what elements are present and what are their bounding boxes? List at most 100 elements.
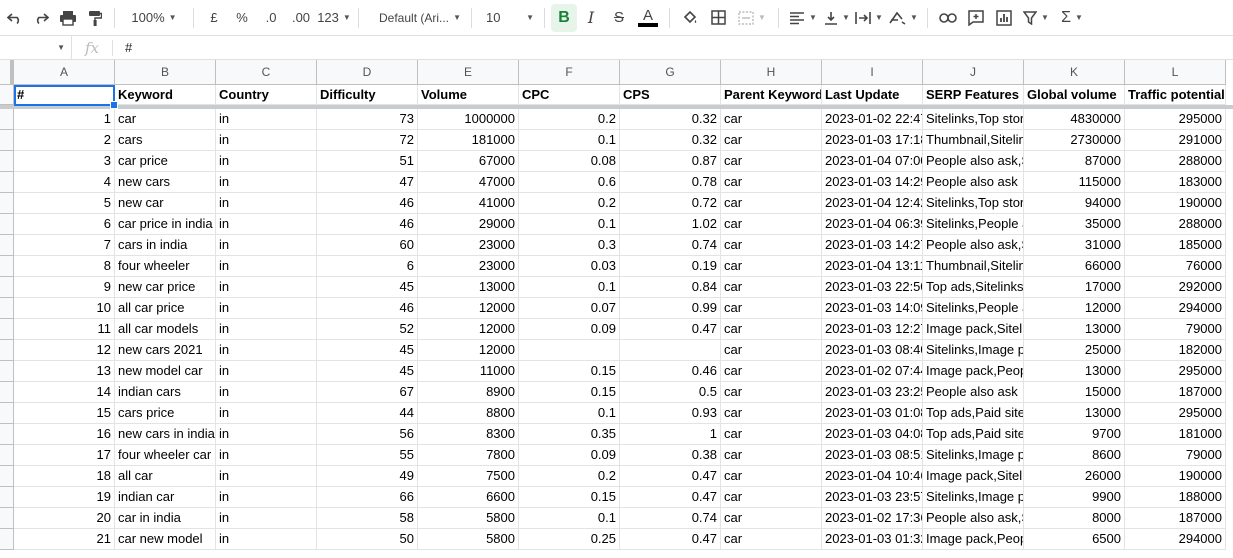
zoom-select[interactable]: 100% ▼ xyxy=(121,4,187,32)
table-cell[interactable]: in xyxy=(216,466,317,487)
table-cell[interactable]: 13000 xyxy=(1024,361,1125,382)
table-cell[interactable]: Sitelinks,Top stor xyxy=(923,109,1024,130)
table-cell[interactable]: 11 xyxy=(14,319,115,340)
row-header[interactable] xyxy=(0,172,14,193)
table-cell[interactable]: 0.2 xyxy=(519,109,620,130)
table-cell[interactable]: 25000 xyxy=(1024,340,1125,361)
table-cell[interactable]: four wheeler xyxy=(115,256,216,277)
column-header-g[interactable]: G xyxy=(620,60,721,85)
table-cell[interactable]: Sitelinks,Image p xyxy=(923,445,1024,466)
table-cell[interactable]: indian cars xyxy=(115,382,216,403)
table-cell[interactable]: car price in india xyxy=(115,214,216,235)
table-cell[interactable]: 188000 xyxy=(1125,487,1226,508)
table-cell[interactable]: car xyxy=(721,445,822,466)
row-header[interactable] xyxy=(0,508,14,529)
table-cell[interactable]: 14 xyxy=(14,382,115,403)
table-cell[interactable]: 2023-01-03 12:27 xyxy=(822,319,923,340)
table-cell[interactable]: car xyxy=(721,298,822,319)
table-cell[interactable]: car xyxy=(721,277,822,298)
insert-comment-icon[interactable] xyxy=(962,4,990,32)
row-header[interactable] xyxy=(0,319,14,340)
table-cell[interactable]: in xyxy=(216,508,317,529)
table-cell[interactable]: 51 xyxy=(317,151,418,172)
insert-chart-icon[interactable] xyxy=(990,4,1018,32)
table-cell[interactable]: 23000 xyxy=(418,235,519,256)
table-cell[interactable]: in xyxy=(216,193,317,214)
table-cell[interactable]: new cars 2021 xyxy=(115,340,216,361)
table-cell[interactable]: 2023-01-03 22:50 xyxy=(822,277,923,298)
table-cell[interactable]: 19 xyxy=(14,487,115,508)
table-cell[interactable]: 12000 xyxy=(1024,298,1125,319)
table-cell[interactable]: 7800 xyxy=(418,445,519,466)
paint-format-icon[interactable] xyxy=(82,4,108,32)
table-cell[interactable]: People also ask xyxy=(923,382,1024,403)
table-cell[interactable]: 44 xyxy=(317,403,418,424)
table-cell[interactable]: 15000 xyxy=(1024,382,1125,403)
table-cell[interactable]: People also ask,S xyxy=(923,151,1024,172)
table-cell[interactable]: 0.15 xyxy=(519,382,620,403)
horizontal-align-icon[interactable]: ▼ xyxy=(785,4,821,32)
borders-icon[interactable] xyxy=(704,4,732,32)
table-cell[interactable]: 41000 xyxy=(418,193,519,214)
table-cell[interactable]: Image pack,Peop xyxy=(923,529,1024,550)
row-header[interactable] xyxy=(0,130,14,151)
table-cell[interactable]: 0.74 xyxy=(620,508,721,529)
table-cell[interactable]: in xyxy=(216,319,317,340)
table-cell[interactable]: 45 xyxy=(317,277,418,298)
table-cell[interactable]: in xyxy=(216,424,317,445)
table-cell[interactable]: car xyxy=(115,109,216,130)
table-cell[interactable]: 6 xyxy=(14,214,115,235)
table-cell[interactable]: Sitelinks,Top stor xyxy=(923,193,1024,214)
increase-decimal-button[interactable]: .00 xyxy=(286,4,316,32)
table-cell[interactable]: indian car xyxy=(115,487,216,508)
table-cell[interactable] xyxy=(620,340,721,361)
row-header[interactable] xyxy=(0,193,14,214)
table-cell[interactable]: Top ads,Paid site xyxy=(923,403,1024,424)
table-cell[interactable]: 292000 xyxy=(1125,277,1226,298)
fill-handle[interactable] xyxy=(110,101,118,109)
table-cell[interactable]: in xyxy=(216,109,317,130)
table-cell[interactable]: 21 xyxy=(14,529,115,550)
table-cell[interactable]: 1 xyxy=(14,109,115,130)
table-cell[interactable]: 9700 xyxy=(1024,424,1125,445)
percent-format-button[interactable]: % xyxy=(228,4,256,32)
header-cell[interactable]: CPS xyxy=(620,85,721,105)
table-cell[interactable]: 0.99 xyxy=(620,298,721,319)
table-cell[interactable]: 17000 xyxy=(1024,277,1125,298)
table-cell[interactable]: car xyxy=(721,235,822,256)
table-cell[interactable]: 7 xyxy=(14,235,115,256)
table-cell[interactable]: new car xyxy=(115,193,216,214)
table-cell[interactable]: car xyxy=(721,172,822,193)
undo-icon[interactable] xyxy=(2,4,28,32)
table-cell[interactable]: 79000 xyxy=(1125,445,1226,466)
table-cell[interactable]: 5800 xyxy=(418,508,519,529)
table-cell[interactable]: in xyxy=(216,214,317,235)
table-cell[interactable]: 46 xyxy=(317,193,418,214)
table-cell[interactable]: 0.35 xyxy=(519,424,620,445)
column-header-c[interactable]: C xyxy=(216,60,317,85)
table-cell[interactable]: in xyxy=(216,172,317,193)
table-cell[interactable]: 1.02 xyxy=(620,214,721,235)
row-header[interactable] xyxy=(0,445,14,466)
table-cell[interactable]: all car price xyxy=(115,298,216,319)
table-cell[interactable]: 55 xyxy=(317,445,418,466)
header-cell[interactable]: Country xyxy=(216,85,317,105)
table-cell[interactable]: 0.32 xyxy=(620,109,721,130)
table-cell[interactable]: 56 xyxy=(317,424,418,445)
table-cell[interactable]: 2023-01-04 12:42 xyxy=(822,193,923,214)
table-cell[interactable]: 295000 xyxy=(1125,361,1226,382)
table-cell[interactable]: 29000 xyxy=(418,214,519,235)
table-cell[interactable]: 2023-01-03 23:25 xyxy=(822,382,923,403)
row-header[interactable] xyxy=(0,298,14,319)
table-cell[interactable]: in xyxy=(216,403,317,424)
print-icon[interactable] xyxy=(54,4,82,32)
font-size-select[interactable]: 10 ▼ xyxy=(478,4,538,32)
row-header[interactable] xyxy=(0,361,14,382)
table-cell[interactable]: 7500 xyxy=(418,466,519,487)
table-cell[interactable]: 5 xyxy=(14,193,115,214)
table-cell[interactable]: 2023-01-03 23:57 xyxy=(822,487,923,508)
column-header-h[interactable]: H xyxy=(721,60,822,85)
table-cell[interactable]: 13 xyxy=(14,361,115,382)
row-header[interactable] xyxy=(0,340,14,361)
table-cell[interactable]: 185000 xyxy=(1125,235,1226,256)
